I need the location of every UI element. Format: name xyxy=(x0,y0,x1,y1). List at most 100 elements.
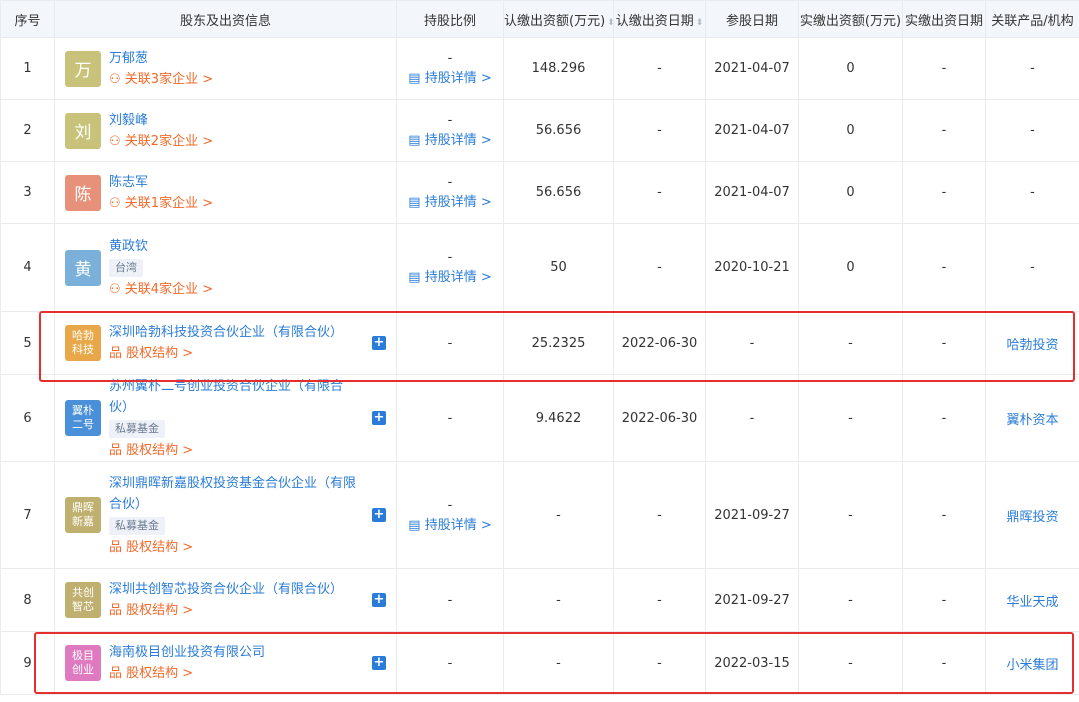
related-companies-link[interactable]: ⚇ 关联2家企业 > xyxy=(109,131,362,152)
shareholder-name[interactable]: 深圳鼎晖新嘉股权投资基金合伙企业（有限合伙） xyxy=(109,473,362,515)
document-icon: ▤ xyxy=(408,195,425,210)
ratio-cell: - ▤ 持股详情 > xyxy=(396,37,504,100)
paid-date-cell: - xyxy=(902,311,986,375)
relation-icon: ⚇ xyxy=(109,133,125,149)
link-label: 股权结构 > xyxy=(126,666,194,681)
holding-detail-link[interactable]: ▤ 持股详情 > xyxy=(397,191,503,210)
expand-plus-icon[interactable]: + xyxy=(372,656,386,670)
company-logo: 陈 xyxy=(65,174,101,211)
sub-date-cell: - xyxy=(613,161,706,224)
sort-icon[interactable]: ⬍ xyxy=(696,18,704,28)
equity-structure-link[interactable]: 品 股权结构 > xyxy=(109,600,362,621)
amount-cell: - xyxy=(503,631,614,695)
shareholder-name[interactable]: 深圳哈勃科技投资合伙企业（有限合伙） xyxy=(109,322,362,343)
expand-plus-icon[interactable]: + xyxy=(372,508,386,522)
related-companies-link[interactable]: ⚇ 关联3家企业 > xyxy=(109,69,362,90)
join-date-cell: 2021-04-07 xyxy=(705,99,799,162)
document-icon: ▤ xyxy=(408,71,425,86)
row-number: 4 xyxy=(0,223,55,312)
shareholder-name[interactable]: 刘毅峰 xyxy=(109,110,362,131)
product-cell: - xyxy=(985,37,1079,100)
ratio-cell: - ▤ 持股详情 > xyxy=(396,223,504,312)
header-ratio: 持股比例 xyxy=(396,0,504,38)
paid-date-cell: - xyxy=(902,99,986,162)
paid-date-cell: - xyxy=(902,161,986,224)
row-number: 2 xyxy=(0,99,55,162)
company-logo: 极目 创业 xyxy=(65,645,101,681)
row-number: 7 xyxy=(0,461,55,569)
header-amount[interactable]: 认缴出资额(万元)⬍ xyxy=(503,0,614,38)
product-cell[interactable]: 翼朴资本 xyxy=(985,374,1079,462)
org-chart-icon: 品 xyxy=(109,346,127,361)
shareholder-cell: 哈勃 科技 深圳哈勃科技投资合伙企业（有限合伙）品 股权结构 > + xyxy=(54,311,397,375)
shareholder-name[interactable]: 苏州翼朴二号创业投资合伙企业（有限合伙） xyxy=(109,376,362,418)
sub-date-cell: - xyxy=(613,99,706,162)
company-logo: 共创 智芯 xyxy=(65,582,101,618)
join-date-cell: 2021-04-07 xyxy=(705,161,799,224)
detail-label: 持股详情 > xyxy=(424,517,492,533)
row-number: 6 xyxy=(0,374,55,462)
shareholder-name[interactable]: 深圳共创智芯投资合伙企业（有限合伙） xyxy=(109,579,362,600)
detail-label: 持股详情 > xyxy=(424,71,492,86)
holding-detail-link[interactable]: ▤ 持股详情 > xyxy=(397,67,503,86)
amount-cell: 9.4622 xyxy=(503,374,614,462)
paid-cell: 0 xyxy=(798,37,903,100)
sub-date-cell: - xyxy=(613,223,706,312)
holding-detail-link[interactable]: ▤ 持股详情 > xyxy=(397,129,503,148)
equity-structure-link[interactable]: 品 股权结构 > xyxy=(109,440,362,461)
product-cell[interactable]: 华业天成 xyxy=(985,568,1079,632)
company-logo: 刘 xyxy=(65,112,101,149)
shareholder-name[interactable]: 海南极目创业投资有限公司 xyxy=(109,642,362,663)
paid-date-cell: - xyxy=(902,631,986,695)
detail-label: 持股详情 > xyxy=(424,195,492,210)
tag-badge: 台湾 xyxy=(109,258,143,277)
holding-detail-link[interactable]: ▤ 持股详情 > xyxy=(397,266,503,285)
table-row: 9 极目 创业 海南极目创业投资有限公司品 股权结构 > + - - -2022-03-15… xyxy=(0,631,1079,695)
join-date-cell: 2021-09-27 xyxy=(705,461,799,569)
related-companies-link[interactable]: ⚇ 关联1家企业 > xyxy=(109,193,362,214)
relation-icon: ⚇ xyxy=(109,71,125,87)
equity-structure-link[interactable]: 品 股权结构 > xyxy=(109,343,362,364)
paid-cell: - xyxy=(798,631,903,695)
company-logo: 哈勃 科技 xyxy=(65,325,101,361)
product-cell[interactable]: 哈勃投资 xyxy=(985,311,1079,375)
sort-icon[interactable]: ⬍ xyxy=(607,18,612,28)
table-row: 2 刘刘毅峰 ⚇ 关联2家企业 > - ▤ 持股详情 >56.656-2021-04-0… xyxy=(0,99,1079,162)
paid-cell: - xyxy=(798,461,903,569)
table-row: 6 翼朴 二号 苏州翼朴二号创业投资合伙企业（有限合伙） 私募基金品 股权结构 > + -… xyxy=(0,374,1079,462)
product-cell[interactable]: 鼎晖投资 xyxy=(985,461,1079,569)
shareholder-name[interactable]: 黄政钦 xyxy=(109,236,362,257)
product-cell[interactable]: 小米集团 xyxy=(985,631,1079,695)
paid-cell: - xyxy=(798,374,903,462)
link-label: 关联4家企业 > xyxy=(124,281,214,297)
org-chart-icon: 品 xyxy=(109,442,127,458)
amount-cell: 56.656 xyxy=(503,161,614,224)
product-cell: - xyxy=(985,99,1079,162)
sub-date-cell: 2022-06-30 xyxy=(613,374,706,462)
join-date-cell: 2021-04-07 xyxy=(705,37,799,100)
related-companies-link[interactable]: ⚇ 关联4家企业 > xyxy=(109,279,362,300)
company-logo: 黄 xyxy=(65,249,101,286)
org-chart-icon: 品 xyxy=(109,603,127,618)
expand-plus-icon[interactable]: + xyxy=(372,336,386,350)
equity-structure-link[interactable]: 品 股权结构 > xyxy=(109,663,362,684)
ratio-cell: - ▤ 持股详情 > xyxy=(396,161,504,224)
join-date-cell: 2020-10-21 xyxy=(705,223,799,312)
holding-detail-link[interactable]: ▤ 持股详情 > xyxy=(397,514,503,533)
header-label: 持股比例 xyxy=(423,13,476,29)
table-header-row: 序号 股东及出资信息 持股比例 认缴出资额(万元)⬍ 认缴出资日期⬍ 参股日期 … xyxy=(0,0,1079,38)
paid-date-cell: - xyxy=(902,37,986,100)
shareholder-cell: 刘刘毅峰 ⚇ 关联2家企业 > xyxy=(54,99,397,162)
join-date-cell: 2021-09-27 xyxy=(705,568,799,632)
shareholder-name[interactable]: 陈志军 xyxy=(109,172,362,193)
shareholder-name[interactable]: 万郁葱 xyxy=(109,48,362,69)
amount-cell: - xyxy=(503,461,614,569)
header-sub-date[interactable]: 认缴出资日期 ⬍ xyxy=(613,0,706,38)
expand-plus-icon[interactable]: + xyxy=(372,593,386,607)
relation-icon: ⚇ xyxy=(109,281,125,297)
link-label: 股权结构 > xyxy=(126,442,194,458)
header-label: 实缴出资额(万元) xyxy=(799,13,902,29)
equity-structure-link[interactable]: 品 股权结构 > xyxy=(109,537,362,558)
amount-cell: - xyxy=(503,568,614,632)
expand-plus-icon[interactable]: + xyxy=(372,411,386,425)
